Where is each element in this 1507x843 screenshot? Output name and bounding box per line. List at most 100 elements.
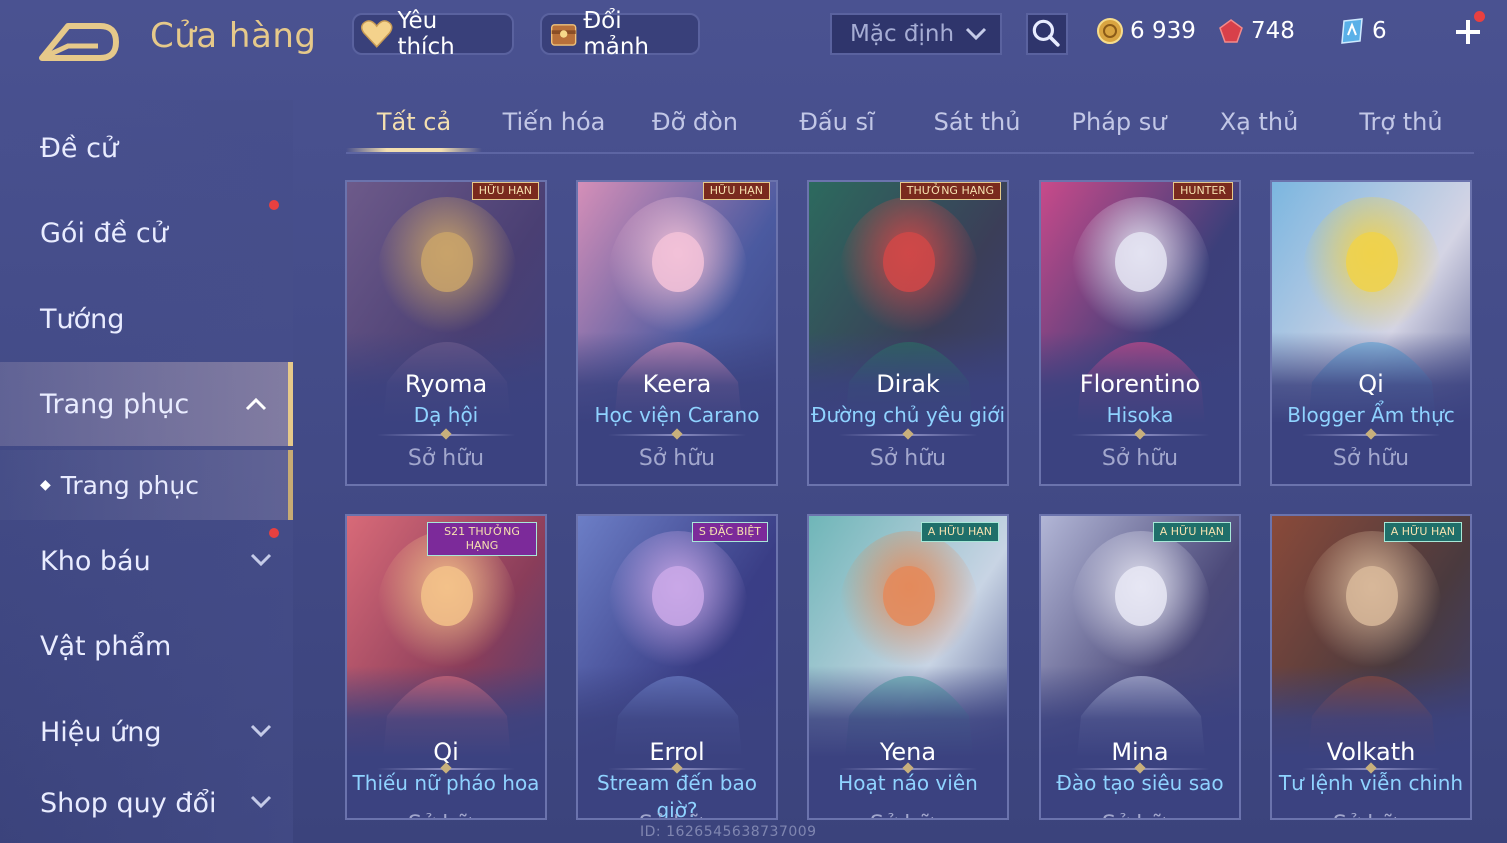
ownership-status: Sở hữu [347, 812, 545, 818]
exchange-label: Đổi mảnh [583, 8, 650, 60]
role-tabs: Tất cả Tiến hóa Đỡ đòn Đấu sĩ Sát thủ Ph… [346, 100, 1474, 154]
tier-badge: A HỮU HẠN [920, 522, 999, 542]
chevron-up-icon [245, 397, 267, 411]
tier-badge: S21 THƯỞNG HẠNG [427, 522, 537, 556]
sidebar-item-featured-bundles[interactable]: Gói đề cử [0, 193, 293, 273]
skin-card[interactable]: Keera Học viện Carano Sở hữu HỮU HẠN [576, 180, 778, 486]
skin-card[interactable]: Florentino Hisoka Sở hữu HUNTER [1039, 180, 1241, 486]
sidebar-item-label: Tướng [40, 303, 125, 335]
skin-card[interactable]: Ryoma Dạ hội Sở hữu HỮU HẠN [345, 180, 547, 486]
hero-name: Keera [642, 370, 712, 398]
skin-name: Học viện Carano [594, 403, 760, 427]
skin-grid: Ryoma Dạ hội Sở hữu HỮU HẠN Keera Học vi… [345, 180, 1475, 843]
skin-name: Đường chủ yêu giới [810, 403, 1006, 427]
ownership-status: Sở hữu [638, 446, 716, 471]
sidebar-item-label: Kho báu [40, 545, 151, 577]
search-button[interactable] [1026, 13, 1068, 55]
gold-amount: 6 939 [1130, 18, 1196, 44]
favorite-label: Yêu thích [397, 8, 455, 60]
skin-card[interactable]: Errol Stream đến bao giờ? Sở hữu S ĐẶC B… [576, 514, 778, 820]
hero-name: Qi [1358, 370, 1384, 398]
ownership-status: Sở hữu [407, 446, 485, 471]
hero-name: Ryoma [404, 370, 488, 398]
ruby-gem-icon [1219, 19, 1243, 43]
tier-badge: S ĐẶC BIỆT [691, 522, 768, 542]
back-arrow-icon[interactable] [38, 18, 120, 62]
sidebar-item-items[interactable]: Vật phẩm [0, 606, 293, 686]
sidebar-item-label: Shop quy đổi [40, 787, 217, 819]
tier-badge: HỮU HẠN [471, 182, 539, 200]
skin-name: Blogger Ẩm thực [1287, 403, 1455, 427]
ownership-status: Sở hữu [1101, 446, 1179, 471]
hero-name: Dirak [876, 370, 940, 398]
ownership-status: Sở hữu [1272, 812, 1470, 818]
sidebar-item-exchange-shop[interactable]: Shop quy đổi [0, 763, 293, 843]
skin-name: Tư lệnh viễn chinh [1278, 771, 1464, 795]
sidebar-item-label: Đề cử [40, 132, 119, 164]
sidebar-item-heroes[interactable]: Tướng [0, 279, 293, 359]
tier-badge: A HỮU HẠN [1383, 522, 1462, 542]
ownership-status: Sở hữu [1332, 446, 1410, 471]
notification-dot [269, 200, 279, 210]
card-divider [1302, 768, 1440, 770]
sort-selected-value: Mặc định [850, 21, 955, 47]
tab-mage[interactable]: Pháp sư [1051, 108, 1187, 136]
favorite-button[interactable]: Yêu thích [352, 8, 514, 60]
skin-name: Thiếu nữ pháo hoa [352, 771, 540, 795]
card-divider [377, 434, 515, 436]
user-id-watermark: ID: 1626545638737009 [640, 824, 817, 840]
sidebar-item-featured[interactable]: Đề cử [0, 108, 293, 188]
tab-assassin[interactable]: Sát thủ [909, 108, 1045, 136]
sidebar-item-label: Gói đề cử [40, 217, 168, 249]
tab-fighter[interactable]: Đấu sĩ [769, 108, 905, 136]
gold-coin-icon [1097, 18, 1123, 44]
tab-all[interactable]: Tất cả [346, 108, 482, 136]
chevron-down-icon [250, 795, 272, 809]
heart-icon [360, 20, 393, 48]
active-tab-indicator [346, 148, 482, 152]
tier-badge: HUNTER [1173, 182, 1233, 200]
ruby-amount: 748 [1251, 18, 1295, 44]
sort-dropdown[interactable]: Mặc định [830, 13, 1002, 55]
skin-name: Hisoka [1106, 403, 1174, 427]
sidebar-item-skins[interactable]: Trang phục [0, 362, 293, 446]
card-divider [839, 768, 977, 770]
top-bar: Cửa hàng Yêu thích Đổi mảnh Mặc định 6 9… [0, 0, 1507, 80]
tab-evolution[interactable]: Tiến hóa [486, 108, 622, 136]
notification-dot [269, 528, 279, 538]
card-divider [377, 768, 515, 770]
hero-name: Florentino [1079, 370, 1201, 398]
gold-balance: 6 939 [1096, 14, 1196, 48]
ticket-amount: 6 [1372, 18, 1387, 44]
skin-card[interactable]: Dirak Đường chủ yêu giới Sở hữu THƯỞNG H… [807, 180, 1009, 486]
exchange-fragments-button[interactable]: Đổi mảnh [540, 8, 700, 60]
card-divider [608, 434, 746, 436]
tab-tank[interactable]: Đỡ đòn [627, 108, 763, 136]
ticket-balance: 6 [1338, 14, 1387, 48]
sidebar-item-treasure[interactable]: Kho báu [0, 521, 293, 601]
chevron-down-icon [965, 27, 987, 41]
tier-badge: THƯỞNG HẠNG [899, 182, 1001, 200]
page-title: Cửa hàng [150, 16, 317, 56]
card-divider [1071, 434, 1209, 436]
skin-card[interactable]: Volkath Tư lệnh viễn chinh Sở hữu A HỮU … [1270, 514, 1472, 820]
tab-support[interactable]: Trợ thủ [1333, 108, 1469, 136]
tier-badge: A HỮU HẠN [1152, 522, 1231, 542]
ownership-status: Sở hữu [869, 446, 947, 471]
bullet-icon: ◆ [40, 477, 51, 493]
skin-card[interactable]: Yena Hoạt náo viên Sở hữu A HỮU HẠN [807, 514, 1009, 820]
card-divider [608, 768, 746, 770]
skin-name: Hoạt náo viên [838, 771, 978, 795]
ownership-status: Sở hữu [809, 812, 1007, 818]
sidebar-item-label: Vật phẩm [40, 630, 172, 662]
sidebar-item-effects[interactable]: Hiệu ứng [0, 692, 293, 772]
skin-name: Đào tạo siêu sao [1056, 771, 1224, 795]
sidebar-subitem-skins[interactable]: ◆ Trang phục [0, 450, 293, 520]
skin-card[interactable]: Qi Thiếu nữ pháo hoa Sở hữu S21 THƯỞNG H… [345, 514, 547, 820]
skin-card[interactable]: Qi Blogger Ẩm thực Sở hữu [1270, 180, 1472, 486]
ownership-status: Sở hữu [578, 812, 776, 818]
sidebar-item-label: Trang phục [40, 388, 190, 420]
tab-marksman[interactable]: Xạ thủ [1191, 108, 1327, 136]
sidebar-item-label: Trang phục [60, 470, 199, 500]
skin-card[interactable]: Mina Đào tạo siêu sao Sở hữu A HỮU HẠN [1039, 514, 1241, 820]
